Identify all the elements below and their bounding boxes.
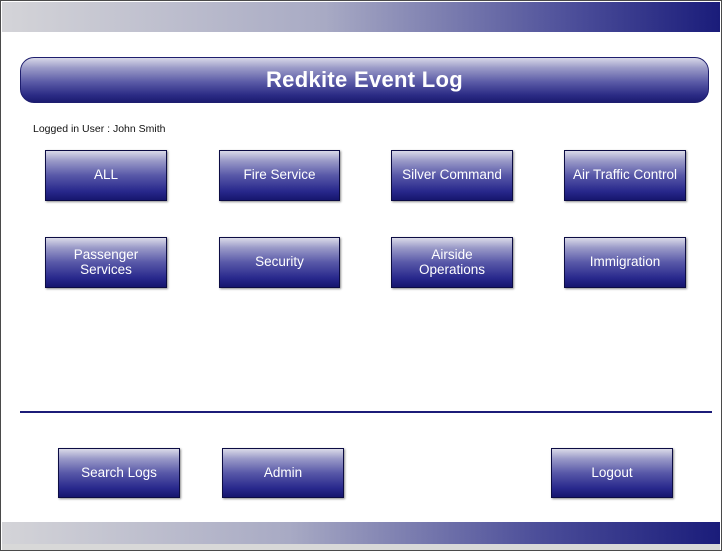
admin-button[interactable]: Admin [222,448,344,498]
category-airside-operations-button[interactable]: Airside Operations [391,237,513,288]
top-gradient-bar [2,2,720,32]
section-divider [20,411,712,413]
category-immigration-label: Immigration [589,254,661,270]
admin-label: Admin [263,464,303,480]
title-banner: Redkite Event Log [20,57,709,103]
category-passenger-services-button[interactable]: Passenger Services [45,237,167,288]
category-airside-operations-label: Airside Operations [418,247,486,277]
category-silver-command-label: Silver Command [402,167,502,183]
bottom-strip [2,544,720,550]
search-logs-button[interactable]: Search Logs [58,448,180,498]
category-immigration-button[interactable]: Immigration [564,237,686,288]
category-fire-service-label: Fire Service [243,167,316,183]
category-passenger-services-label: Passenger Services [73,247,139,277]
category-silver-command-button[interactable]: Silver Command [391,150,513,201]
page-title: Redkite Event Log [265,67,464,92]
category-air-traffic-control-button[interactable]: Air Traffic Control [564,150,686,201]
logged-in-user-label: Logged in User : John Smith [33,123,166,135]
search-logs-label: Search Logs [81,464,157,480]
bottom-gradient-bar [2,522,720,544]
category-all-button[interactable]: ALL [45,150,167,201]
category-security-button[interactable]: Security [219,237,340,288]
category-air-traffic-control-label: Air Traffic Control [572,167,678,183]
category-all-label: ALL [93,167,119,183]
category-fire-service-button[interactable]: Fire Service [219,150,340,201]
logout-button[interactable]: Logout [551,448,673,498]
app-window: Redkite Event Log Logged in User : John … [0,0,722,551]
logout-label: Logout [591,464,633,480]
category-security-label: Security [255,254,304,270]
